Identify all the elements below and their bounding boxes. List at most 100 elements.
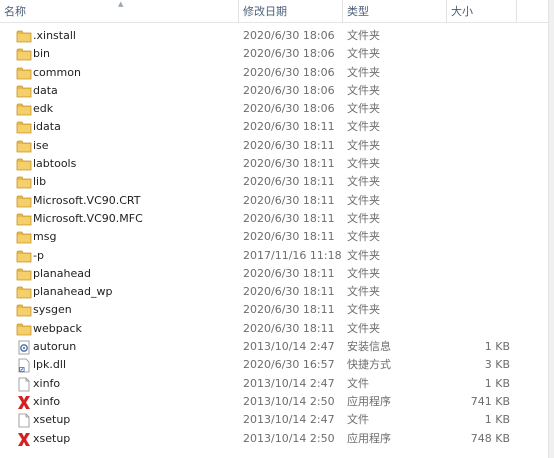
column-header-blank: [516, 0, 548, 22]
file-name: xsetup: [33, 413, 71, 427]
file-row[interactable]: xsetup 2013/10/14 2:47 文件 1 KB: [0, 411, 554, 429]
column-header-size[interactable]: 大小: [446, 0, 516, 22]
file-date: 2020/6/30 18:06: [243, 65, 335, 79]
file-row[interactable]: planahead_wp 2020/6/30 18:11 文件夹: [0, 283, 554, 301]
folder-icon: [16, 322, 32, 337]
file-size: 748 KB: [470, 431, 510, 445]
file-date: 2020/6/30 18:06: [243, 102, 335, 116]
folder-icon: [16, 84, 32, 99]
file-type: 文件夹: [347, 193, 380, 207]
file-list: .xinstall 2020/6/30 18:06 文件夹 bin 2020/6/30 …: [0, 27, 554, 448]
file-row[interactable]: data 2020/6/30 18:06 文件夹: [0, 82, 554, 100]
file-row[interactable]: xinfo 2013/10/14 2:47 文件 1 KB: [0, 375, 554, 393]
file-row[interactable]: bin 2020/6/30 18:06 文件夹: [0, 45, 554, 63]
file-type: 文件夹: [347, 65, 380, 79]
folder-icon: [16, 66, 32, 81]
file-date: 2020/6/30 16:57: [243, 358, 335, 372]
file-row[interactable]: Microsoft.VC90.MFC 2020/6/30 18:11 文件夹: [0, 210, 554, 228]
folder-icon: [16, 194, 32, 209]
column-header-bar: 名称 ▲ 修改日期 类型 大小: [0, 0, 554, 23]
file-row[interactable]: xsetup 2013/10/14 2:50 应用程序 748 KB: [0, 430, 554, 448]
file-name: xinfo: [33, 376, 61, 390]
file-type: 应用程序: [347, 394, 391, 408]
folder-icon: [16, 47, 32, 62]
file-type: 文件夹: [347, 230, 380, 244]
file-size: 3 KB: [484, 358, 510, 372]
file-type: 文件夹: [347, 211, 380, 225]
file-name: ise: [33, 138, 49, 152]
file-date: 2020/6/30 18:11: [243, 230, 335, 244]
file-icon: [16, 413, 32, 428]
file-type: 安装信息: [347, 340, 391, 354]
file-date: 2020/6/30 18:11: [243, 193, 335, 207]
file-row[interactable]: sysgen 2020/6/30 18:11 文件夹: [0, 301, 554, 319]
file-type: 文件: [347, 413, 369, 427]
file-name: lpk.dll: [33, 358, 66, 372]
file-name: data: [33, 83, 58, 97]
folder-icon: [16, 249, 32, 264]
scrollbar[interactable]: [548, 0, 554, 458]
file-date: 2020/6/30 18:06: [243, 47, 335, 61]
file-type: 文件夹: [347, 29, 380, 42]
folder-icon: [16, 230, 32, 245]
file-date: 2020/6/30 18:11: [243, 157, 335, 171]
file-row[interactable]: lpk.dll 2020/6/30 16:57 快捷方式 3 KB: [0, 356, 554, 374]
file-row[interactable]: edk 2020/6/30 18:06 文件夹: [0, 100, 554, 118]
file-row[interactable]: planahead 2020/6/30 18:11 文件夹: [0, 265, 554, 283]
file-row[interactable]: -p 2017/11/16 11:18 文件夹: [0, 247, 554, 265]
file-name: planahead: [33, 266, 91, 280]
xilinx-app-icon: [16, 432, 32, 447]
file-name: Microsoft.VC90.CRT: [33, 193, 141, 207]
file-date: 2020/6/30 18:11: [243, 285, 335, 299]
column-header-date[interactable]: 修改日期: [238, 0, 342, 22]
folder-icon: [16, 175, 32, 190]
file-type: 文件夹: [347, 175, 380, 189]
file-date: 2013/10/14 2:50: [243, 431, 335, 445]
file-row[interactable]: common 2020/6/30 18:06 文件夹: [0, 64, 554, 82]
file-row[interactable]: idata 2020/6/30 18:11 文件夹: [0, 118, 554, 136]
folder-icon: [16, 29, 32, 44]
file-type: 文件夹: [347, 120, 380, 134]
file-row[interactable]: xinfo 2013/10/14 2:50 应用程序 741 KB: [0, 393, 554, 411]
file-date: 2013/10/14 2:50: [243, 394, 335, 408]
file-icon: [16, 377, 32, 392]
file-row[interactable]: lib 2020/6/30 18:11 文件夹: [0, 173, 554, 191]
setup-info-icon: [16, 340, 32, 355]
file-row[interactable]: ise 2020/6/30 18:11 文件夹: [0, 137, 554, 155]
file-name: msg: [33, 230, 57, 244]
file-row[interactable]: webpack 2020/6/30 18:11 文件夹: [0, 320, 554, 338]
file-name: planahead_wp: [33, 285, 113, 299]
file-size: 741 KB: [470, 394, 510, 408]
file-date: 2020/6/30 18:11: [243, 266, 335, 280]
file-name: bin: [33, 47, 51, 61]
file-row[interactable]: msg 2020/6/30 18:11 文件夹: [0, 228, 554, 246]
file-date: 2020/6/30 18:06: [243, 83, 335, 97]
shortcut-icon: [16, 358, 32, 373]
file-date: 2020/6/30 18:11: [243, 138, 335, 152]
file-type: 文件夹: [347, 138, 380, 152]
file-type: 文件夹: [347, 321, 380, 335]
file-date: 2013/10/14 2:47: [243, 413, 335, 427]
file-date: 2013/10/14 2:47: [243, 376, 335, 390]
file-name: xsetup: [33, 431, 71, 445]
file-row[interactable]: autorun 2013/10/14 2:47 安装信息 1 KB: [0, 338, 554, 356]
file-name: common: [33, 65, 81, 79]
folder-icon: [16, 102, 32, 117]
file-date: 2020/6/30 18:11: [243, 175, 335, 189]
column-header-type[interactable]: 类型: [342, 0, 446, 22]
file-row[interactable]: labtools 2020/6/30 18:11 文件夹: [0, 155, 554, 173]
file-date: 2020/6/30 18:11: [243, 211, 335, 225]
file-row[interactable]: .xinstall 2020/6/30 18:06 文件夹: [0, 27, 554, 45]
file-date: 2013/10/14 2:47: [243, 340, 335, 354]
file-size: 1 KB: [484, 376, 510, 390]
file-type: 文件夹: [347, 285, 380, 299]
file-name: -p: [33, 248, 44, 262]
file-date: 2020/6/30 18:11: [243, 120, 335, 134]
folder-icon: [16, 120, 32, 135]
folder-icon: [16, 157, 32, 172]
file-name: edk: [33, 102, 54, 116]
file-type: 文件夹: [347, 248, 380, 262]
folder-icon: [16, 267, 32, 282]
file-row[interactable]: Microsoft.VC90.CRT 2020/6/30 18:11 文件夹: [0, 192, 554, 210]
file-name: xinfo: [33, 394, 61, 408]
